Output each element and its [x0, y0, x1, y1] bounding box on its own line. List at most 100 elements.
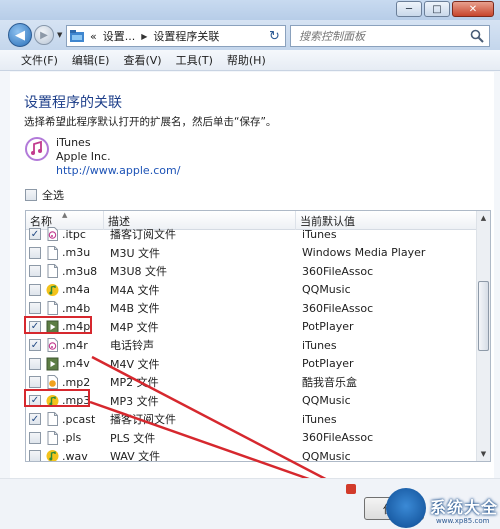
potplayer-file-icon — [46, 357, 59, 371]
extension-cell[interactable]: ✓ .m4r — [26, 338, 104, 353]
table-row[interactable]: .pls PLS 文件 360FileAssoc — [26, 429, 478, 448]
extension-cell[interactable]: ✓ .pcast — [26, 412, 104, 427]
extension-label: .pls — [62, 431, 82, 445]
description-cell: M3U8 文件 — [110, 265, 168, 279]
current-default-cell: iTunes — [302, 412, 337, 426]
menu-view[interactable]: 查看(V) — [116, 52, 168, 68]
table-row[interactable]: ✓ .mp3 MP3 文件 QQMusic — [26, 392, 478, 411]
table-row[interactable]: .m4b M4B 文件 360FileAssoc — [26, 299, 478, 318]
forward-button[interactable]: ▶ — [34, 25, 54, 45]
current-default-cell: Windows Media Player — [302, 246, 426, 260]
extension-cell[interactable]: .m3u8 — [26, 264, 104, 279]
table-row[interactable]: ✓ .m4p M4P 文件 PotPlayer — [26, 318, 478, 337]
arrow-left-icon: ◀ — [15, 27, 25, 43]
current-default-cell: QQMusic — [302, 394, 351, 408]
close-button[interactable]: ✕ — [452, 1, 494, 17]
vertical-scrollbar[interactable]: ▲ ▼ — [476, 211, 490, 461]
search-input[interactable] — [299, 26, 469, 46]
extension-cell[interactable]: .wav — [26, 449, 104, 461]
extension-label: .m4v — [62, 357, 90, 371]
table-row[interactable]: .m4a M4A 文件 QQMusic — [26, 281, 478, 300]
breadcrumb-item[interactable]: 设置... — [100, 28, 139, 44]
checkbox[interactable] — [29, 376, 41, 389]
extension-cell[interactable]: .m4a — [26, 283, 104, 297]
menu-tools[interactable]: 工具(T) — [169, 52, 220, 68]
description-cell: PLS 文件 — [110, 431, 156, 445]
watermark-url: www.xp85.com — [436, 517, 490, 525]
extension-list[interactable]: 名称 ▲ 描述 当前默认值 ✓ .itpc 播客订阅文件 iTunes .m3u M3U … — [25, 210, 491, 462]
app-vendor: Apple Inc. — [56, 150, 111, 163]
checkbox[interactable] — [29, 450, 41, 461]
checkbox-checked[interactable]: ✓ — [29, 228, 41, 241]
checkbox[interactable] — [29, 246, 41, 259]
extension-cell[interactable]: .m3u — [26, 245, 104, 260]
sort-up-icon: ▲ — [62, 211, 68, 219]
current-default-cell: PotPlayer — [302, 320, 354, 334]
extension-cell[interactable]: .pls — [26, 430, 104, 445]
blank-file-icon — [46, 245, 59, 260]
checkbox[interactable] — [25, 189, 37, 201]
address-bar[interactable]: « 设置... ▶ 设置程序关联 ▼ — [66, 25, 286, 47]
menu-help[interactable]: 帮助(H) — [220, 52, 273, 68]
scroll-up-icon[interactable]: ▲ — [477, 211, 490, 225]
menu-edit[interactable]: 编辑(E) — [65, 52, 117, 68]
description-cell: WAV 文件 — [110, 450, 161, 462]
scrollbar-thumb[interactable] — [478, 281, 489, 351]
minimize-button[interactable]: ─ — [396, 1, 422, 17]
table-row[interactable]: .m3u8 M3U8 文件 360FileAssoc — [26, 262, 478, 281]
page-description: 选择希望此程序默认打开的扩展名，然后单击“保存”。 — [24, 116, 277, 128]
back-button[interactable]: ◀ — [8, 23, 32, 47]
description-cell: M4V 文件 — [110, 357, 160, 371]
table-row[interactable]: .m4v M4V 文件 PotPlayer — [26, 355, 478, 374]
checkbox[interactable] — [29, 431, 41, 444]
breadcrumb-prefix[interactable]: « — [87, 30, 100, 43]
current-default-cell: 酷我音乐盒 — [302, 376, 357, 390]
checkbox[interactable] — [29, 357, 41, 370]
app-url-link[interactable]: http://www.apple.com/ — [56, 164, 180, 177]
checkbox[interactable] — [29, 265, 41, 278]
extension-label: .m4r — [62, 338, 88, 352]
extension-cell[interactable]: .mp2 — [26, 375, 104, 390]
table-row[interactable]: ✓ .m4r 电话铃声 iTunes — [26, 336, 478, 355]
checkbox-checked[interactable]: ✓ — [29, 339, 41, 352]
table-row[interactable]: ✓ .itpc 播客订阅文件 iTunes — [26, 225, 478, 244]
current-default-cell: iTunes — [302, 338, 337, 352]
extension-cell[interactable]: .m4b — [26, 301, 104, 316]
refresh-button[interactable]: ↻ — [264, 25, 286, 47]
extension-label: .pcast — [62, 412, 96, 426]
recent-pages-dropdown[interactable]: ▼ — [57, 31, 62, 39]
breadcrumb-item[interactable]: 设置程序关联 — [150, 28, 222, 44]
current-default-cell: QQMusic — [302, 283, 351, 297]
description-cell: M4B 文件 — [110, 302, 160, 316]
menu-file[interactable]: 文件(F) — [14, 52, 65, 68]
table-row[interactable]: .m3u M3U 文件 Windows Media Player — [26, 244, 478, 263]
qqmusic-file-icon — [46, 449, 59, 461]
current-default-cell: 360FileAssoc — [302, 301, 374, 315]
extension-label: .m3u — [62, 246, 91, 260]
blank-file-icon — [46, 412, 59, 427]
current-default-cell: 360FileAssoc — [302, 431, 374, 445]
watermark-text: 系统大全 — [430, 498, 499, 517]
checkbox-checked[interactable]: ✓ — [29, 413, 41, 426]
table-row[interactable]: .wav WAV 文件 QQMusic — [26, 447, 478, 462]
scroll-down-icon[interactable]: ▼ — [477, 447, 490, 461]
maximize-button[interactable]: □ — [424, 1, 450, 17]
control-panel-icon — [67, 26, 87, 46]
extension-cell[interactable]: .m4v — [26, 357, 104, 371]
itunes-file-icon — [46, 338, 59, 353]
select-all-checkbox[interactable]: 全选 — [25, 187, 64, 203]
kuwo-file-icon — [46, 375, 59, 390]
highlight-box-m4p — [24, 316, 92, 334]
search-box[interactable] — [290, 25, 490, 47]
checkbox[interactable] — [29, 302, 41, 315]
highlight-box-mp3 — [24, 389, 90, 407]
description-cell: M4A 文件 — [110, 283, 160, 297]
checkbox[interactable] — [29, 283, 41, 296]
search-icon[interactable] — [470, 29, 484, 43]
extension-cell[interactable]: ✓ .itpc — [26, 227, 104, 242]
chevron-right-icon[interactable]: ▶ — [138, 32, 150, 41]
content-panel: 设置程序的关联 选择希望此程序默认打开的扩展名，然后单击“保存”。 iTunes… — [10, 72, 494, 478]
table-row[interactable]: .mp2 MP2 文件 酷我音乐盒 — [26, 373, 478, 392]
description-cell: 电话铃声 — [110, 339, 154, 353]
table-row[interactable]: ✓ .pcast 播客订阅文件 iTunes — [26, 410, 478, 429]
